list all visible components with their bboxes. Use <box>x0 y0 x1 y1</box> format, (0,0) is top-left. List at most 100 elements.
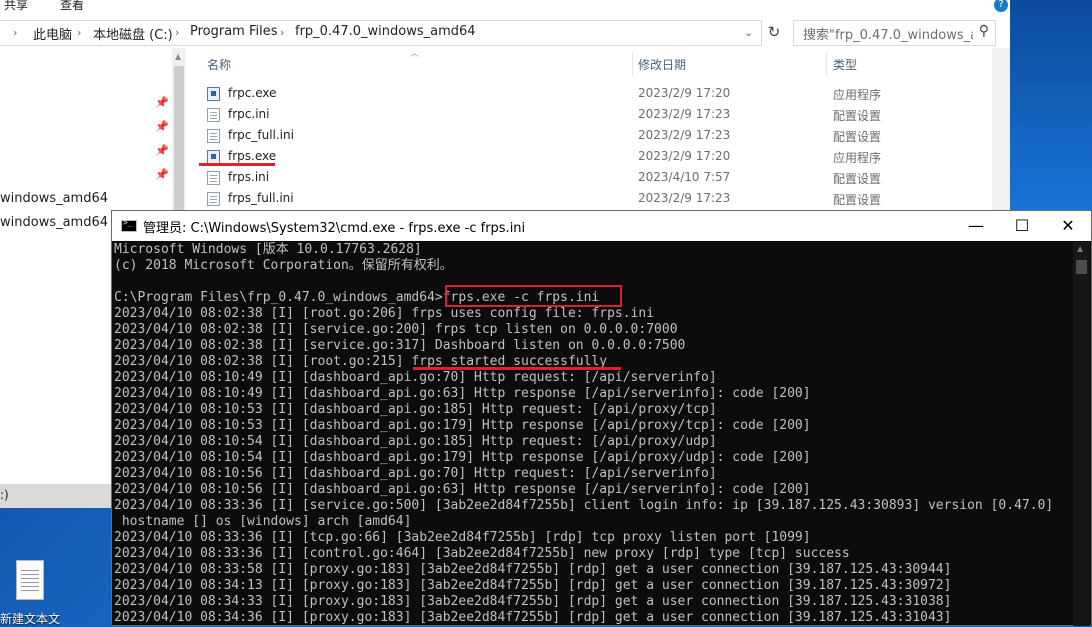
search-input[interactable]: 搜索"frp_0.47.0_windows_a... ⚲ <box>793 20 996 46</box>
file-date: 2023/2/9 17:23 <box>638 128 731 142</box>
file-type: 配置设置 <box>833 172 882 186</box>
file-date: 2023/2/9 17:20 <box>638 86 731 100</box>
console-line: (c) 2018 Microsoft Corporation。保留所有权利。 <box>114 258 453 273</box>
pin-icon[interactable]: 📌 <box>155 120 169 133</box>
console-line: 2023/04/10 08:10:53 [I] [dashboard_api.g… <box>114 402 717 417</box>
console-line: 2023/04/10 08:10:54 [I] [dashboard_api.g… <box>114 434 717 449</box>
cmd-window: 管理员: C:\Windows\System32\cmd.exe - frps.… <box>111 210 1092 626</box>
address-dropdown-icon[interactable]: ⌄ <box>744 26 753 39</box>
address-bar-row: › 此电脑 › 本地磁盘 (C:) › Program Files › frp_… <box>0 18 1010 46</box>
file-explorer-window: 共享 查看 ? › 此电脑 › 本地磁盘 (C:) › Program File… <box>0 0 1010 216</box>
ini-icon <box>207 108 220 122</box>
file-name: frps_full.ini <box>228 191 294 205</box>
close-button[interactable]: ✕ <box>1045 213 1091 239</box>
breadcrumb-this-pc[interactable]: 此电脑 <box>33 24 72 43</box>
file-date: 2023/2/9 17:20 <box>638 149 731 163</box>
desktop-wallpaper-strip <box>1010 0 1092 210</box>
console-line: Microsoft Windows [版本 10.0.17763.2628] <box>114 242 422 257</box>
scrollbar-thumb[interactable] <box>174 66 184 216</box>
console-line: 2023/04/10 08:10:49 [I] [dashboard_api.g… <box>114 386 811 401</box>
annotation-box-command <box>445 285 622 307</box>
minimize-button[interactable]: — <box>953 213 999 239</box>
exe-icon <box>207 87 220 101</box>
annotation-underline-frps-exe <box>199 163 275 166</box>
refresh-icon[interactable]: ↻ <box>764 20 784 44</box>
selected-drive-label: :) <box>0 488 9 502</box>
file-date: 2023/4/10 7:57 <box>638 170 731 184</box>
cmd-icon <box>121 218 137 232</box>
console-line: 2023/04/10 08:10:49 [I] [dashboard_api.g… <box>114 370 717 385</box>
file-name: frps.ini <box>228 170 270 184</box>
ini-icon <box>207 129 220 143</box>
console-line: 2023/04/10 08:10:54 [I] [dashboard_api.g… <box>114 450 811 465</box>
file-type: 应用程序 <box>833 88 882 102</box>
scroll-up-icon[interactable]: ▲ <box>1077 244 1083 253</box>
file-row-frpc-exe[interactable]: frpc.exe 2023/2/9 17:20 应用程序 <box>207 84 997 105</box>
console-line: 2023/04/10 08:02:38 [I] [root.go:206] fr… <box>114 306 655 321</box>
file-type: 配置设置 <box>833 130 882 144</box>
file-list-scrollbar[interactable] <box>992 48 1010 214</box>
breadcrumb-chevron-icon: › <box>280 26 285 39</box>
breadcrumb-chevron-icon: › <box>77 26 82 39</box>
file-name: frps.exe <box>228 149 277 163</box>
console-line: 2023/04/10 08:10:56 [I] [dashboard_api.g… <box>114 482 811 497</box>
breadcrumb-chevron-icon: › <box>175 26 180 39</box>
file-row-frps-full-ini[interactable]: frps_full.ini 2023/2/9 17:23 配置设置 <box>207 189 997 210</box>
file-type: 应用程序 <box>833 151 882 165</box>
console-line: 2023/04/10 08:33:36 [I] [tcp.go:66] [3ab… <box>114 530 811 545</box>
address-bar[interactable]: › 此电脑 › 本地磁盘 (C:) › Program Files › frp_… <box>0 20 762 46</box>
breadcrumb-frp-folder[interactable]: frp_0.47.0_windows_amd64 <box>295 24 476 39</box>
console-line: 2023/04/10 08:34:36 [I] [proxy.go:183] [… <box>114 610 952 625</box>
file-name: frpc.exe <box>228 86 277 100</box>
console-line: 2023/04/10 08:34:13 [I] [proxy.go:183] [… <box>114 578 952 593</box>
ini-icon <box>207 192 220 206</box>
text-file-icon[interactable] <box>12 560 46 602</box>
ribbon-tab-share[interactable]: 共享 <box>4 0 28 13</box>
file-row-frpc-ini[interactable]: frpc.ini 2023/2/9 17:23 配置设置 <box>207 105 997 126</box>
file-date: 2023/2/9 17:23 <box>638 191 731 205</box>
column-header-type[interactable]: 类型 <box>833 56 857 73</box>
console-line: 2023/04/10 08:02:38 [I] [service.go:200]… <box>114 322 678 337</box>
background-window-panel <box>0 214 113 484</box>
console-scrollbar[interactable]: ▲ <box>1073 242 1090 626</box>
breadcrumb-program-files[interactable]: Program Files <box>190 24 278 39</box>
console-line: 2023/04/10 08:10:56 [I] [dashboard_api.g… <box>114 466 717 481</box>
cmd-title: 管理员: C:\Windows\System32\cmd.exe - frps.… <box>143 221 526 236</box>
file-name: frpc.ini <box>228 107 270 121</box>
console-line: hostname [] os [windows] arch [amd64] <box>114 514 412 529</box>
scrollbar-thumb[interactable] <box>1076 260 1087 274</box>
scroll-up-icon[interactable]: ▲ <box>175 52 181 61</box>
nav-item-frp-folder[interactable]: windows_amd64 <box>0 215 108 230</box>
file-row-frps-exe[interactable]: frps.exe 2023/2/9 17:20 应用程序 <box>207 147 997 168</box>
column-header-name[interactable]: 名称 <box>207 56 231 73</box>
file-type: 配置设置 <box>833 193 882 207</box>
column-header-date[interactable]: 修改日期 <box>638 56 686 73</box>
pin-icon[interactable]: 📌 <box>155 144 169 157</box>
help-icon[interactable]: ? <box>994 0 1008 12</box>
file-name: frpc_full.ini <box>228 128 294 142</box>
console-line: 2023/04/10 08:02:38 [I] [service.go:317]… <box>114 338 686 353</box>
file-date: 2023/2/9 17:23 <box>638 107 731 121</box>
console-line: 2023/04/10 08:33:36 [I] [service.go:500]… <box>114 498 1054 513</box>
cmd-title-bar[interactable]: 管理员: C:\Windows\System32\cmd.exe - frps.… <box>112 211 1091 241</box>
file-row-frps-ini[interactable]: frps.ini 2023/4/10 7:57 配置设置 <box>207 168 997 189</box>
pin-icon[interactable]: 📌 <box>155 168 169 181</box>
selected-drive-item[interactable]: :) <box>0 484 113 508</box>
navigation-scrollbar[interactable]: ▲ <box>172 48 186 216</box>
column-divider[interactable] <box>826 52 827 76</box>
console-line: 2023/04/10 08:33:58 [I] [proxy.go:183] [… <box>114 562 952 577</box>
console-line: 2023/04/10 08:34:33 [I] [proxy.go:183] [… <box>114 594 952 609</box>
console-line: 2023/04/10 08:33:36 [I] [control.go:464]… <box>114 546 850 561</box>
file-row-frpc-full-ini[interactable]: frpc_full.ini 2023/2/9 17:23 配置设置 <box>207 126 997 147</box>
file-type: 配置设置 <box>833 109 882 123</box>
column-divider[interactable] <box>632 52 633 76</box>
breadcrumb-chevron-icon: › <box>13 26 18 39</box>
maximize-button[interactable]: ☐ <box>999 213 1045 239</box>
ribbon-tab-view[interactable]: 查看 <box>60 0 84 13</box>
nav-item-frp-folder[interactable]: windows_amd64 <box>0 191 108 206</box>
breadcrumb-local-disk[interactable]: 本地磁盘 (C:) <box>93 24 173 43</box>
search-icon: ⚲ <box>978 23 989 39</box>
exe-icon <box>207 150 220 164</box>
pin-icon[interactable]: 📌 <box>155 96 169 109</box>
desktop-icon-label[interactable]: 新建文本文 <box>0 610 60 627</box>
